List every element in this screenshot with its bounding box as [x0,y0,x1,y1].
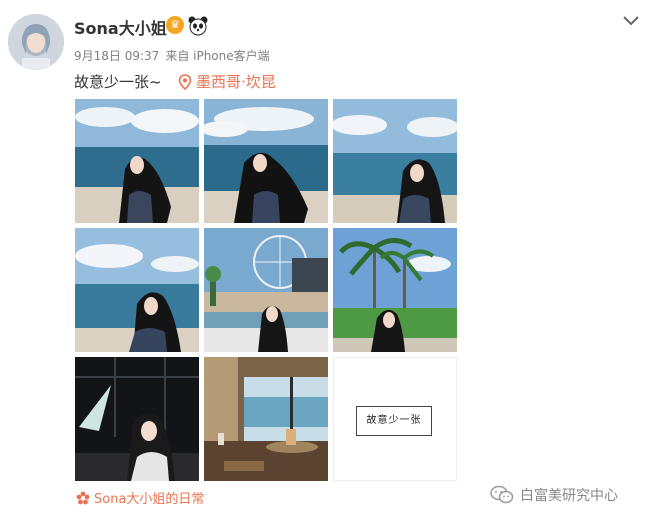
chevron-down-icon[interactable] [622,14,640,28]
post-time[interactable]: 9月18日 09:37 [74,49,159,63]
panda-icon [188,16,208,36]
crown-badge-icon[interactable]: ♛ [166,16,184,34]
user-badges: ♛ [166,16,208,36]
wechat-icon [490,485,514,505]
placeholder-label: 故意少一张 [356,406,432,436]
weibo-post: Sona大小姐 ♛ 9月18日 09:37 来自 iPhone客户端 故意少一张~ [0,0,650,525]
photo-night-window[interactable] [75,357,199,481]
weibo-flower-icon [76,491,90,505]
source-label: Sona大小姐的日常 [94,492,205,507]
post-text: 故意少一张~ [74,73,162,91]
photo-beach-4[interactable] [75,228,199,352]
photo-grid: 故意少一张 [75,99,457,481]
location-label: 墨西哥·坎昆 [196,73,276,91]
post-meta: 9月18日 09:37 来自 iPhone客户端 [74,47,276,64]
photo-palm-garden[interactable] [333,228,457,352]
location-link[interactable]: 墨西哥·坎昆 [178,71,276,92]
photo-beach-2[interactable] [204,99,328,223]
watermark: 白富美研究中心 [490,485,618,505]
source-link[interactable]: Sona大小姐的日常 [76,488,204,507]
post-client: 来自 iPhone客户端 [165,49,270,63]
photo-beach-1[interactable] [75,99,199,223]
location-pin-icon [178,73,192,90]
photo-ferris-wheel[interactable] [204,228,328,352]
avatar[interactable] [8,14,64,70]
photo-beach-3[interactable] [333,99,457,223]
photo-hotel-room[interactable] [204,357,328,481]
username[interactable]: Sona大小姐 [74,15,167,39]
watermark-text: 白富美研究中心 [520,488,618,504]
placeholder-photo-card[interactable]: 故意少一张 [333,357,457,481]
